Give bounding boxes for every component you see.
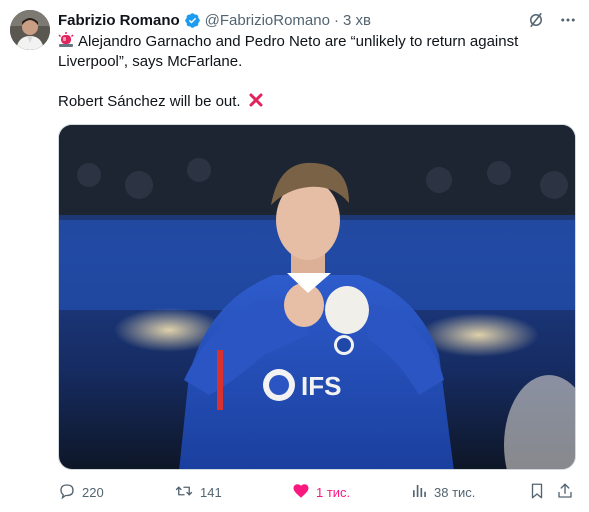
jersey-sponsor-text: IFS [301,371,341,401]
grok-icon[interactable] [527,11,545,34]
verified-badge-icon [184,12,201,29]
avatar-image [10,10,50,50]
views-button[interactable]: 38 тис. [410,480,475,504]
tweet-line-2: Robert Sánchez will be out. [58,93,241,110]
reply-count: 220 [82,484,104,500]
tweet-header: Fabrizio Romano @FabrizioRomano · 3 хв [58,10,371,30]
reply-icon [58,482,76,503]
views-count: 38 тис. [434,484,476,500]
tweet-media-photo[interactable]: IFS [58,124,576,470]
tweet-time[interactable]: 3 хв [343,12,371,29]
tweet[interactable]: Fabrizio Romano @FabrizioRomano · 3 хв A… [0,0,589,512]
repost-button[interactable]: 141 [174,480,222,504]
author-name[interactable]: Fabrizio Romano [58,12,180,29]
bookmark-button[interactable] [528,480,546,504]
action-bar: 220 141 1 тис. 38 тис. [58,480,578,504]
like-button[interactable]: 1 тис. [292,480,350,504]
header-separator: · [333,11,339,29]
red-cross-icon [249,93,263,107]
views-icon [410,482,428,503]
player-photo: IFS [59,125,575,469]
repost-icon [174,482,194,503]
reply-button[interactable]: 220 [58,480,104,504]
repost-count: 141 [200,484,222,500]
bookmark-icon [528,482,546,503]
heart-filled-icon [292,482,310,503]
tweet-line-1: Alejandro Garnacho and Pedro Neto are “u… [58,33,519,70]
author-handle[interactable]: @FabrizioRomano [205,12,330,29]
tweet-text: Alejandro Garnacho and Pedro Neto are “u… [58,32,568,112]
avatar[interactable] [10,10,50,50]
share-icon [556,482,574,503]
police-light-icon [58,32,74,47]
like-count: 1 тис. [316,484,351,500]
more-options-icon[interactable] [559,11,577,34]
top-icons [527,11,577,34]
share-button[interactable] [556,480,574,504]
